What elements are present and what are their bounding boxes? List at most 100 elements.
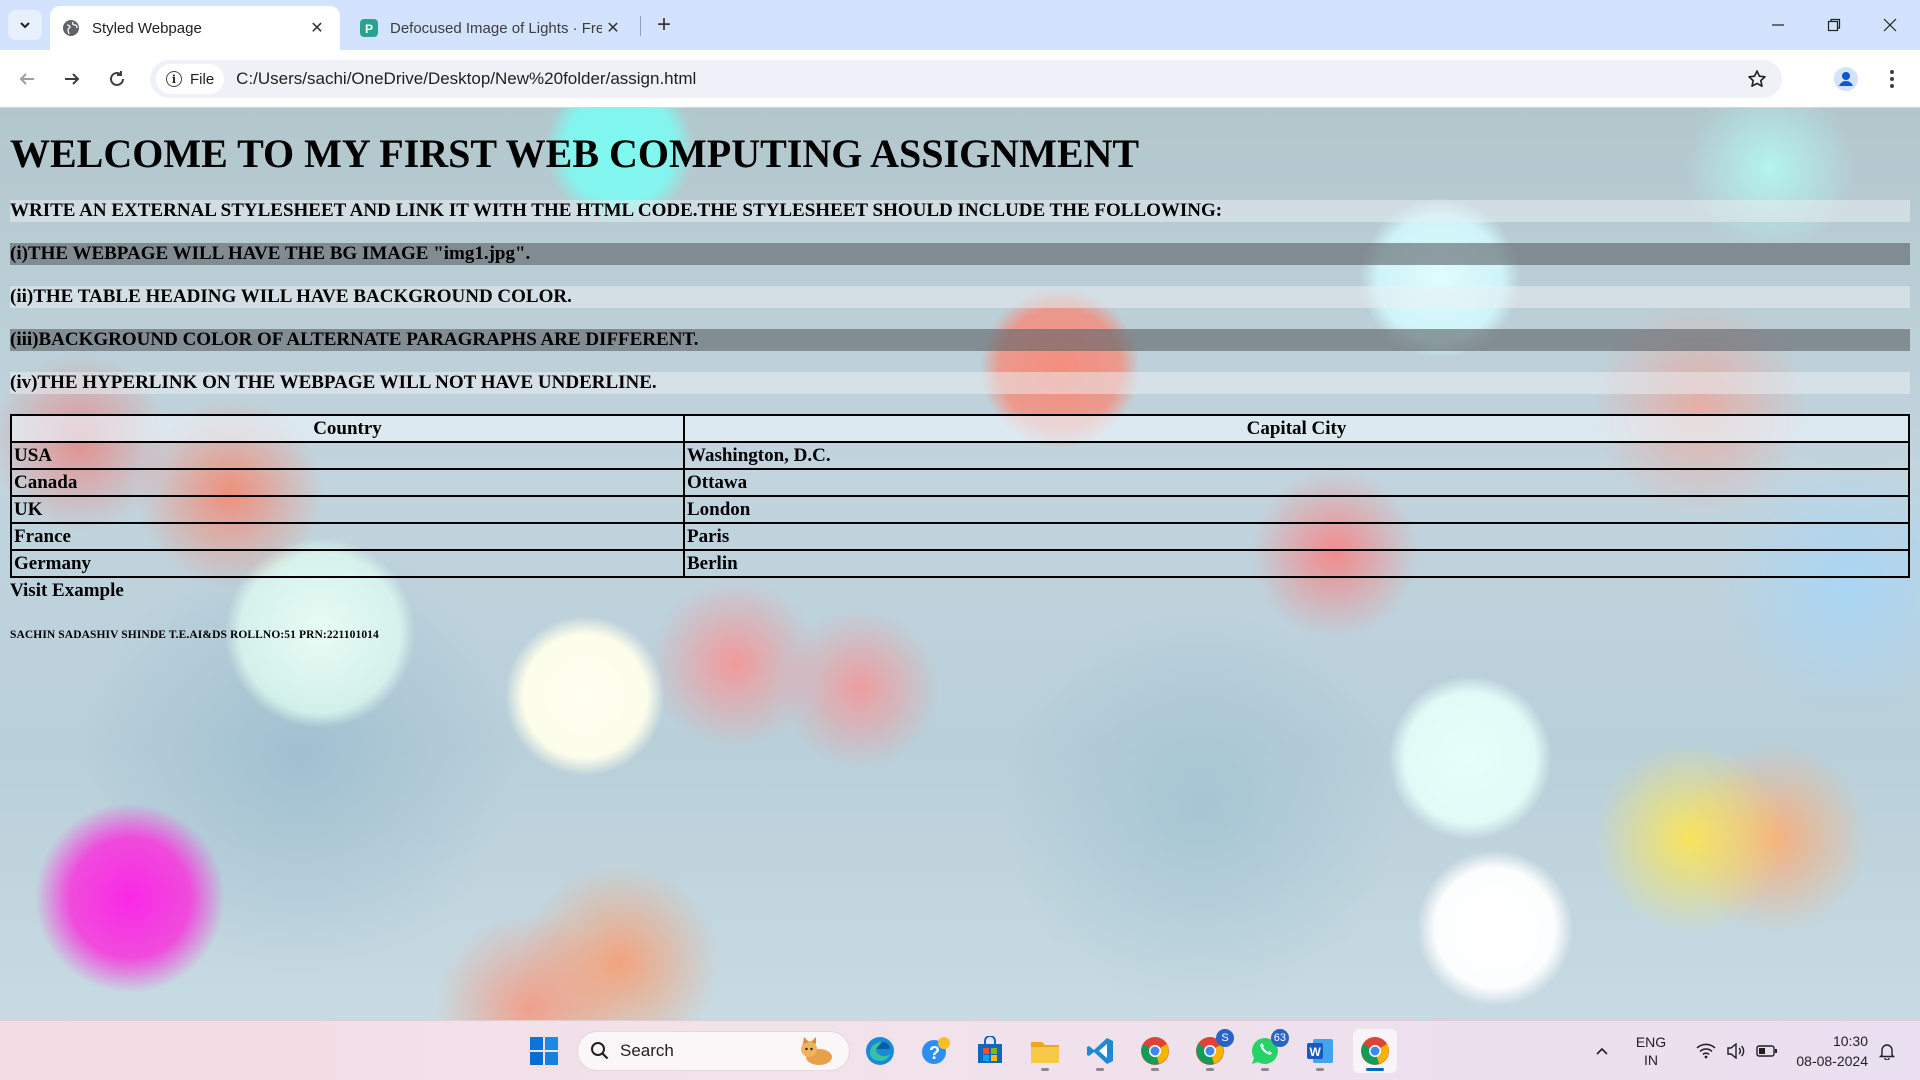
taskbar-help[interactable]: ? — [914, 1029, 958, 1073]
wifi-icon — [1696, 1043, 1716, 1059]
running-indicator — [1206, 1068, 1214, 1071]
notifications-button[interactable] — [1872, 1021, 1902, 1080]
taskbar-file-explorer[interactable] — [1023, 1029, 1067, 1073]
table-cell: Ottawa — [683, 468, 1910, 497]
running-indicator — [1261, 1068, 1269, 1071]
menu-button[interactable] — [1878, 63, 1906, 95]
start-button[interactable] — [522, 1029, 566, 1073]
battery-icon — [1756, 1045, 1777, 1057]
clock-time: 10:30 — [1832, 1033, 1868, 1049]
arrow-left-icon — [19, 73, 34, 85]
vscode-icon — [1087, 1038, 1113, 1064]
visit-example-link[interactable]: Visit Example — [10, 580, 1910, 602]
forward-button[interactable] — [56, 63, 88, 95]
author-footer: SACHIN SADASHIV SHINDE T.E.AI&DS ROLLNO:… — [10, 629, 379, 641]
notification-badge: 63 — [1270, 1029, 1289, 1047]
taskbar: Search ? S 63 W ENG IN 10:30 08-08-2024 — [0, 1020, 1920, 1080]
paragraph: WRITE AN EXTERNAL STYLESHEET AND LINK IT… — [10, 200, 1910, 222]
chrome-icon — [1141, 1037, 1169, 1065]
table-cell: London — [683, 495, 1910, 524]
page-viewport: WELCOME TO MY FIRST WEB COMPUTING ASSIGN… — [0, 108, 1920, 1020]
search-icon — [591, 1042, 609, 1060]
tab-title: Styled Webpage — [92, 19, 202, 37]
tab-title: Defocused Image of Lights · Fre — [390, 19, 602, 37]
clock-date: 08-08-2024 — [1796, 1053, 1868, 1069]
taskbar-store[interactable] — [968, 1029, 1012, 1073]
windows-logo-icon — [530, 1037, 558, 1065]
more-vertical-icon — [1890, 70, 1894, 88]
taskbar-word[interactable]: W — [1298, 1029, 1342, 1073]
active-indicator — [1366, 1068, 1384, 1071]
svg-text:P: P — [365, 22, 373, 36]
help-icon: ? — [922, 1037, 950, 1064]
close-icon[interactable]: ✕ — [602, 17, 624, 39]
table-cell: Paris — [683, 522, 1910, 551]
running-indicator — [1151, 1068, 1159, 1071]
language-indicator[interactable]: ENG IN — [1628, 1021, 1674, 1080]
profile-badge: S — [1216, 1029, 1234, 1047]
svg-text:?: ? — [929, 1043, 940, 1063]
tab-separator — [640, 16, 641, 36]
minimize-button[interactable] — [1750, 0, 1806, 50]
taskbar-vscode[interactable] — [1078, 1029, 1122, 1073]
table-cell: USA — [10, 441, 685, 470]
taskbar-chrome-active[interactable] — [1353, 1029, 1397, 1073]
language-code: ENG — [1635, 1034, 1667, 1050]
profile-button[interactable] — [1830, 63, 1862, 95]
taskbar-whatsapp[interactable]: 63 — [1243, 1029, 1289, 1073]
table-cell: France — [10, 522, 685, 551]
tab-styled-webpage[interactable]: Styled Webpage ✕ — [50, 6, 340, 50]
paragraph: (iv)THE HYPERLINK ON THE WEBPAGE WILL NO… — [10, 372, 1910, 394]
clock[interactable]: 10:30 08-08-2024 — [1790, 1021, 1868, 1080]
running-indicator — [1096, 1068, 1104, 1071]
region-code: IN — [1644, 1052, 1658, 1068]
taskbar-search[interactable]: Search — [577, 1031, 850, 1071]
site-info-label: File — [190, 70, 215, 88]
table-row: Germany Berlin — [10, 549, 1910, 578]
restore-button[interactable] — [1806, 0, 1862, 50]
volume-icon — [1727, 1043, 1745, 1059]
table-cell: Washington, D.C. — [683, 441, 1910, 470]
globe-icon — [62, 19, 80, 37]
star-icon — [1748, 70, 1766, 87]
table-cell: Germany — [10, 549, 685, 578]
bell-icon — [1878, 1044, 1896, 1060]
url-text[interactable]: C:/Users/sachi/OneDrive/Desktop/New%20fo… — [236, 69, 696, 89]
taskbar-edge[interactable] — [858, 1029, 902, 1073]
capitals-table: Country Capital City USA Washington, D.C… — [10, 414, 1910, 578]
search-label: Search — [620, 1041, 674, 1060]
close-window-button[interactable] — [1862, 0, 1918, 50]
close-icon — [1883, 18, 1897, 32]
tab-search-button[interactable] — [8, 10, 42, 40]
tab-strip: Styled Webpage ✕ P Defocused Image of Li… — [0, 0, 1920, 50]
table-cell: Canada — [10, 468, 685, 497]
quick-settings-button[interactable] — [1682, 1021, 1792, 1080]
table-cell: Berlin — [683, 549, 1910, 578]
running-indicator — [1041, 1068, 1049, 1071]
pexels-icon: P — [360, 19, 378, 37]
bookmark-star-button[interactable] — [1742, 64, 1772, 94]
column-header-country: Country — [10, 414, 685, 443]
chevron-down-icon — [20, 22, 30, 29]
taskbar-chrome-alt[interactable] — [1133, 1029, 1177, 1073]
table-cell: UK — [10, 495, 685, 524]
svg-text:W: W — [1310, 1045, 1322, 1059]
show-hidden-icons-button[interactable] — [1588, 1021, 1616, 1080]
cat-illustration-icon — [801, 1037, 832, 1065]
folder-icon — [1031, 1042, 1059, 1063]
reload-icon — [110, 71, 124, 86]
minimize-icon — [1772, 24, 1784, 26]
tab-defocused-image[interactable]: P Defocused Image of Lights · Fre ✕ — [348, 6, 636, 50]
taskbar-chrome-profile[interactable]: S — [1188, 1029, 1234, 1073]
edge-icon — [866, 1037, 894, 1065]
site-info-chip[interactable]: i File — [156, 64, 225, 94]
address-bar[interactable]: i File C:/Users/sachi/OneDrive/Desktop/N… — [150, 60, 1782, 98]
new-tab-button[interactable]: + — [650, 10, 678, 40]
paragraph: (iii)BACKGROUND COLOR OF ALTERNATE PARAG… — [10, 329, 1910, 351]
close-icon[interactable]: ✕ — [306, 17, 328, 39]
paragraph: (ii)THE TABLE HEADING WILL HAVE BACKGROU… — [10, 286, 1910, 308]
person-icon — [1834, 67, 1858, 91]
back-button[interactable] — [11, 63, 43, 95]
table-header-row: Country Capital City — [10, 414, 1910, 443]
reload-button[interactable] — [101, 63, 133, 95]
